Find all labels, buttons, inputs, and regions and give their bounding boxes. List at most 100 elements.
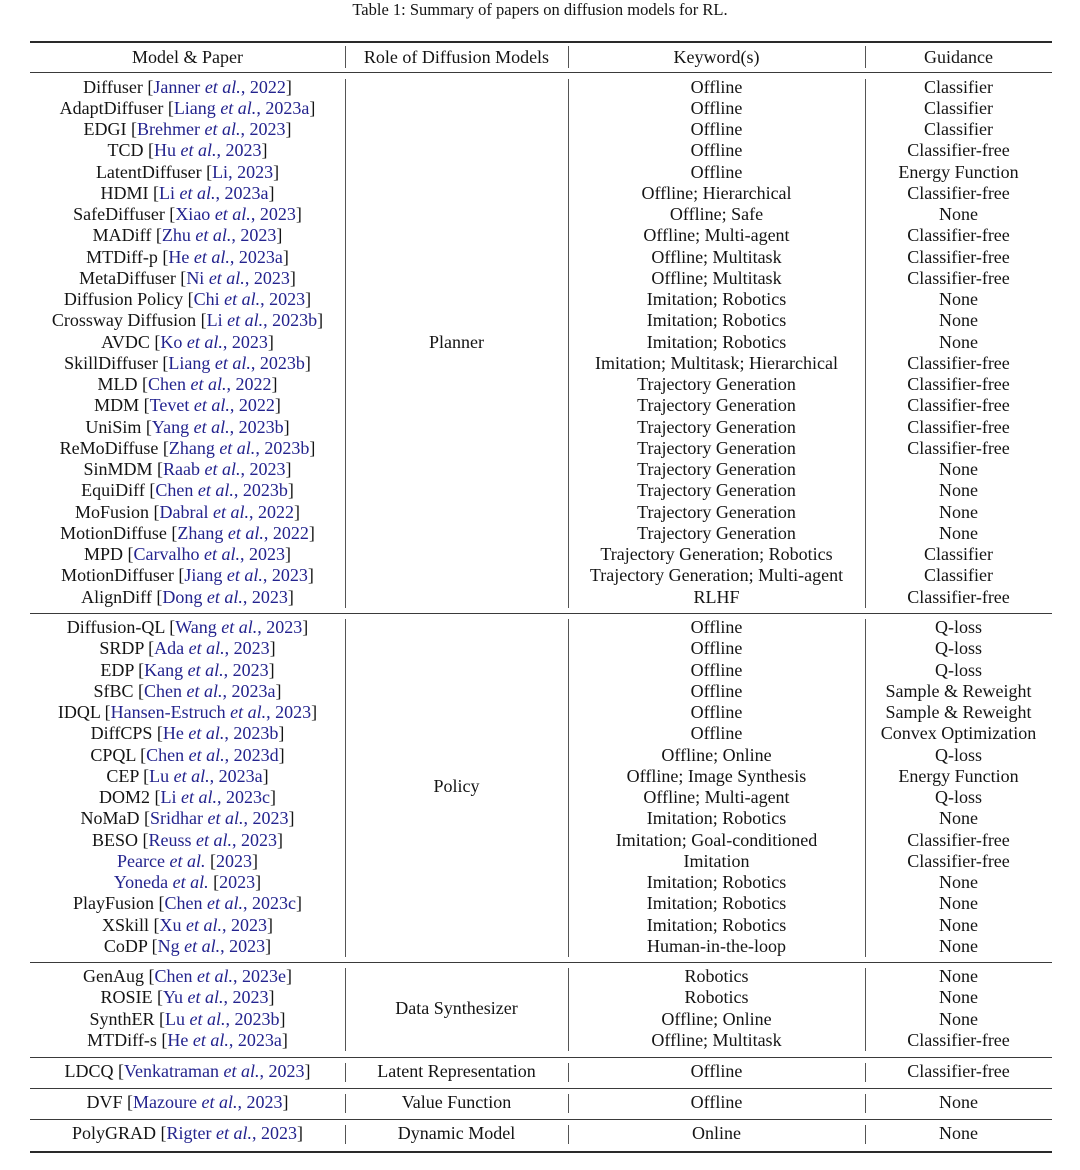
guidance-cell: Classifier-free	[907, 140, 1010, 161]
citation-link[interactable]: Xu et al., 2023	[160, 915, 268, 935]
citation-link[interactable]: Li et al., 2023b	[207, 310, 318, 330]
citation-link[interactable]: Li et al., 2023c	[161, 787, 271, 807]
citation-link[interactable]: Chen et al., 2023a	[144, 681, 276, 701]
model-name: EDP [	[100, 659, 145, 680]
citation-link[interactable]: Sridhar et al., 2023	[150, 808, 289, 828]
citation-link[interactable]: Carvalho et al., 2023	[134, 544, 285, 564]
citation-link[interactable]: He et al., 2023a	[168, 247, 283, 267]
citation-author: Chen	[148, 374, 191, 394]
citation-etal: et al.	[169, 850, 206, 871]
bracket: ]	[282, 1092, 289, 1112]
bracket: ]	[287, 586, 294, 607]
citation-year: , 2022	[263, 522, 309, 543]
citation-link[interactable]: Liang et al., 2023b	[168, 353, 305, 373]
citation-link[interactable]: Brehmer et al., 2023	[137, 119, 285, 139]
role-cell	[345, 936, 568, 957]
bracket: ]	[311, 702, 318, 722]
citation-year-link[interactable]: 2023	[216, 851, 252, 871]
role-cell	[345, 587, 568, 608]
citation-link[interactable]: Chi et al., 2023	[194, 289, 306, 309]
citation-link[interactable]: Zhang et al., 2022	[177, 523, 308, 543]
citation-link[interactable]: Chen et al., 2023d	[146, 745, 279, 765]
table-row: MADiff [Zhu et al., 2023] Offline; Multi-…	[30, 225, 1052, 246]
bracket: [	[208, 872, 220, 892]
model-name: MetaDiffuser [	[79, 267, 187, 288]
citation-link[interactable]: Yang et al., 2023b	[152, 417, 284, 437]
guidance-cell: Classifier	[924, 97, 993, 118]
citation-link[interactable]: Rigter et al., 2023	[167, 1123, 298, 1143]
citation-link[interactable]: Tevet et al., 2022	[150, 395, 275, 415]
citation-link[interactable]: Chen et al., 2022	[148, 374, 272, 394]
keywords-cell: Imitation; Robotics	[646, 331, 787, 352]
citation-link[interactable]: Li, 2023	[212, 162, 273, 182]
citation-link[interactable]: Ko et al., 2023	[160, 332, 268, 352]
citation-link[interactable]: Lu et al., 2023b	[165, 1009, 280, 1029]
bracket: ]	[285, 966, 292, 986]
model-paper-cell: HDMI [Li et al., 2023a]	[30, 183, 345, 204]
model-name: AlignDiff [	[81, 586, 163, 607]
citation-link[interactable]: Pearce et al.	[117, 851, 205, 871]
citation-link[interactable]: Dabral et al., 2022	[160, 502, 294, 522]
guidance-cell: None	[939, 289, 978, 309]
citation-link[interactable]: Chen et al., 2023c	[165, 893, 297, 913]
citation-link[interactable]: Chen et al., 2023e	[154, 966, 286, 986]
model-name: EDGI [	[83, 119, 137, 139]
guidance-cell: Classifier-free	[907, 395, 1010, 416]
citation-link[interactable]: Reuss et al., 2023	[149, 830, 278, 850]
citation-link[interactable]: Mazoure et al., 2023	[133, 1092, 282, 1112]
citation-link[interactable]: Li et al., 2023a	[159, 183, 269, 203]
table-row: UniSim [Yang et al., 2023b] Trajectory Ge…	[30, 417, 1052, 438]
header-guidance: Guidance	[924, 47, 993, 67]
citation-etal: et al.	[186, 914, 222, 935]
citation-etal: et al.	[186, 680, 223, 701]
citation-link[interactable]: Ng et al., 2023	[158, 936, 266, 956]
citation-link[interactable]: Xiao et al., 2023	[175, 204, 296, 224]
model-paper-cell: SafeDiffuser [Xiao et al., 2023]	[30, 204, 345, 225]
citation-link[interactable]: Yoneda et al.	[114, 872, 209, 892]
bracket: ]	[295, 204, 302, 224]
model-paper-cell: EquiDiff [Chen et al., 2023b]	[30, 480, 345, 501]
citation-year: , 2023d	[224, 744, 279, 765]
model-name: EquiDiff [	[81, 480, 156, 501]
citation-link[interactable]: Zhang et al., 2023b	[169, 438, 309, 458]
header-model-paper: Model & Paper	[132, 47, 243, 67]
citation-link[interactable]: Jiang et al., 2023	[184, 565, 308, 585]
keywords-cell: Offline	[690, 119, 743, 139]
model-paper-cell: Diffusion Policy [Chi et al., 2023]	[30, 289, 345, 310]
citation-link[interactable]: Ni et al., 2023	[186, 268, 290, 288]
citation-link[interactable]: Hu et al., 2023	[154, 140, 262, 160]
role-cell	[345, 438, 568, 459]
guidance-cell: Classifier-free	[907, 352, 1010, 373]
model-paper-cell: Diffuser [Janner et al., 2022]	[30, 77, 345, 98]
citation-link[interactable]: Wang et al., 2023	[175, 617, 302, 637]
role-cell	[345, 808, 568, 829]
citation-year-link[interactable]: 2023	[219, 872, 255, 892]
table-row: SRDP [Ada et al., 2023] Offline Q-loss	[30, 638, 1052, 659]
citation-link[interactable]: He et al., 2023a	[167, 1030, 282, 1050]
citation-year: , 2023a	[222, 680, 276, 701]
guidance-cell: Convex Optimization	[880, 723, 1037, 744]
citation-link[interactable]: Ada et al., 2023	[154, 638, 270, 658]
citation-etal: et al.	[220, 97, 257, 118]
citation-year: , 2023b	[225, 1008, 280, 1029]
citation-link[interactable]: Raab et al., 2023	[163, 459, 285, 479]
model-paper-cell: SynthER [Lu et al., 2023b]	[30, 1009, 345, 1030]
citation-link[interactable]: Dong et al., 2023	[162, 587, 288, 607]
citation-link[interactable]: Zhu et al., 2023	[162, 225, 277, 245]
citation-author: Reuss	[148, 829, 197, 850]
guidance-cell: Classifier-free	[907, 437, 1010, 458]
guidance-cell: Energy Function	[898, 765, 1019, 786]
citation-link[interactable]: He et al., 2023b	[163, 723, 279, 743]
citation-link[interactable]: Lu et al., 2023a	[149, 766, 263, 786]
citation-link[interactable]: Janner et al., 2022	[153, 77, 285, 97]
keywords-cell: Trajectory Generation	[637, 395, 796, 416]
citation-link[interactable]: Yu et al., 2023	[163, 987, 269, 1007]
bracket: ]	[285, 459, 292, 479]
citation-link[interactable]: Liang et al., 2023a	[174, 98, 310, 118]
citation-link[interactable]: Kang et al., 2023	[144, 660, 269, 680]
citation-author: Yang	[151, 416, 194, 437]
keywords-cell: Robotics	[684, 966, 749, 986]
citation-link[interactable]: Hansen-Estruch et al., 2023	[111, 702, 311, 722]
citation-link[interactable]: Chen et al., 2023b	[155, 480, 288, 500]
citation-link[interactable]: Venkatraman et al., 2023	[124, 1061, 304, 1081]
